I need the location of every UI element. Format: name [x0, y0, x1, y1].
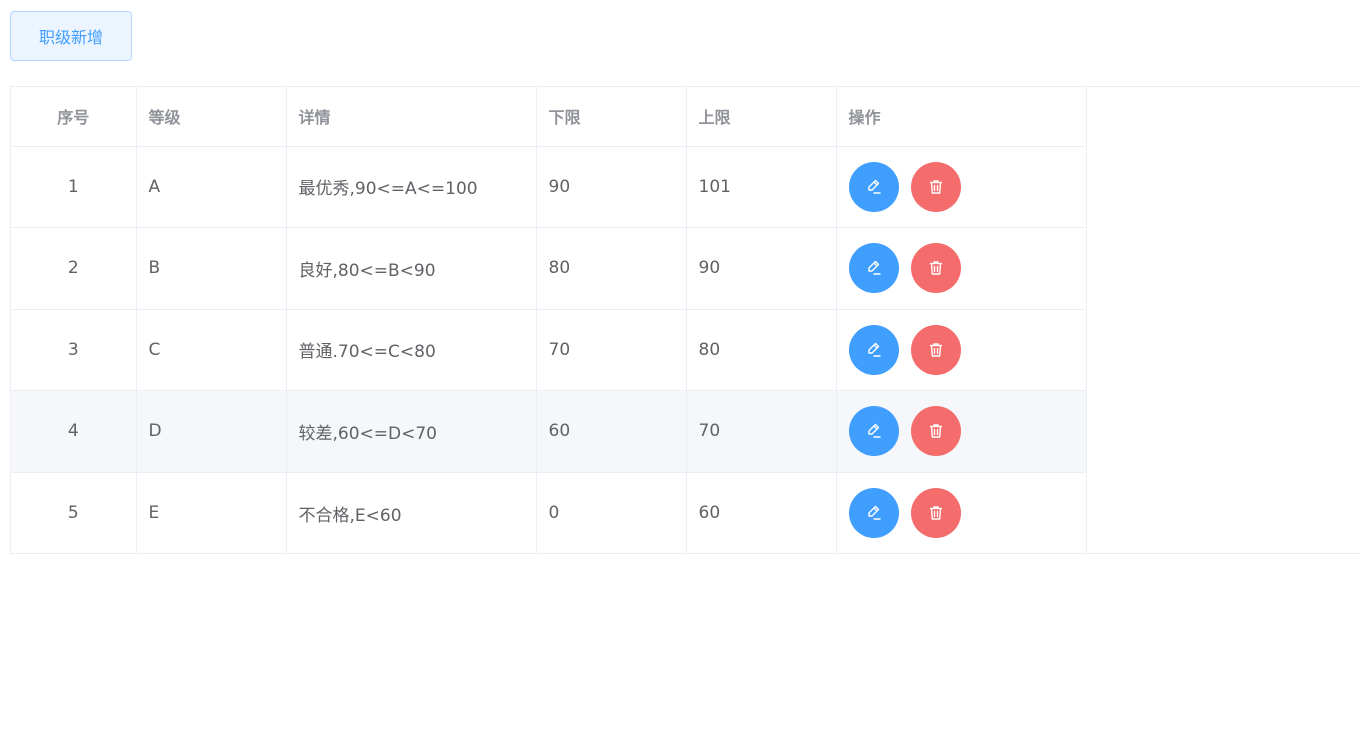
cell-grade: B	[136, 227, 287, 310]
delete-icon	[929, 506, 942, 520]
delete-button[interactable]	[910, 488, 961, 538]
cell-grade: C	[136, 309, 287, 391]
header-upper: 上限	[686, 87, 837, 147]
cell-grade: E	[136, 472, 287, 554]
table-header-row: 序号 等级 详情 下限 上限 操作	[11, 87, 1087, 147]
delete-button[interactable]	[910, 406, 961, 457]
cell-grade: D	[136, 390, 287, 473]
edit-icon	[867, 342, 881, 357]
header-grade: 等级	[136, 87, 287, 147]
cell-detail: 普通.70<=C<80	[286, 309, 537, 391]
table-row: 4 D 较差,60<=D<70 60 70	[11, 390, 1087, 473]
cell-lower: 90	[536, 146, 687, 228]
delete-button[interactable]	[910, 161, 961, 212]
cell-lower: 0	[536, 472, 687, 554]
grade-table: 序号 等级 详情 下限 上限 操作 1 A 最优秀,90<=A<=100 90 …	[10, 86, 1360, 554]
edit-button[interactable]	[848, 324, 899, 375]
header-lower: 下限	[536, 87, 687, 147]
cell-actions	[836, 472, 1087, 554]
cell-detail: 不合格,E<60	[286, 472, 537, 554]
cell-upper: 90	[686, 227, 837, 310]
cell-upper: 80	[686, 309, 837, 391]
header-actions: 操作	[836, 87, 1087, 147]
add-grade-button[interactable]: 职级新增	[10, 11, 132, 61]
header-index: 序号	[11, 87, 137, 147]
cell-lower: 70	[536, 309, 687, 391]
cell-lower: 80	[536, 227, 687, 310]
table-row: 5 E 不合格,E<60 0 60	[11, 472, 1087, 554]
cell-detail: 良好,80<=B<90	[286, 227, 537, 310]
edit-icon	[867, 424, 881, 438]
header-detail: 详情	[286, 87, 537, 147]
cell-lower: 60	[536, 390, 687, 473]
cell-upper: 70	[686, 390, 837, 473]
cell-detail: 最优秀,90<=A<=100	[286, 146, 537, 228]
cell-actions	[836, 227, 1087, 310]
cell-index: 4	[11, 390, 137, 473]
table-row: 3 C 普通.70<=C<80 70 80	[11, 309, 1087, 391]
cell-grade: A	[136, 146, 287, 228]
cell-actions	[836, 390, 1087, 473]
page: 职级新增 序号 等级 详情 下限 上限 操作 1 A 最优秀,90<=A<=10…	[0, 0, 1360, 734]
cell-upper: 101	[686, 146, 837, 228]
cell-actions	[836, 146, 1087, 228]
delete-button[interactable]	[910, 243, 961, 294]
cell-detail: 较差,60<=D<70	[286, 390, 537, 473]
edit-button[interactable]	[848, 488, 899, 538]
edit-icon	[867, 261, 881, 275]
cell-index: 3	[11, 309, 137, 391]
cell-index: 1	[11, 146, 137, 228]
cell-index: 2	[11, 227, 137, 310]
edit-button[interactable]	[848, 243, 899, 294]
edit-button[interactable]	[848, 406, 899, 457]
edit-icon	[867, 505, 881, 520]
cell-actions	[836, 309, 1087, 391]
cell-upper: 60	[686, 472, 837, 554]
delete-icon	[929, 180, 942, 194]
delete-icon	[929, 343, 942, 357]
delete-button[interactable]	[910, 324, 961, 375]
table-row: 1 A 最优秀,90<=A<=100 90 101	[11, 146, 1087, 228]
edit-button[interactable]	[848, 161, 899, 212]
delete-icon	[929, 424, 942, 438]
delete-icon	[929, 261, 942, 275]
cell-index: 5	[11, 472, 137, 554]
edit-icon	[867, 179, 881, 194]
table-row: 2 B 良好,80<=B<90 80 90	[11, 227, 1087, 310]
